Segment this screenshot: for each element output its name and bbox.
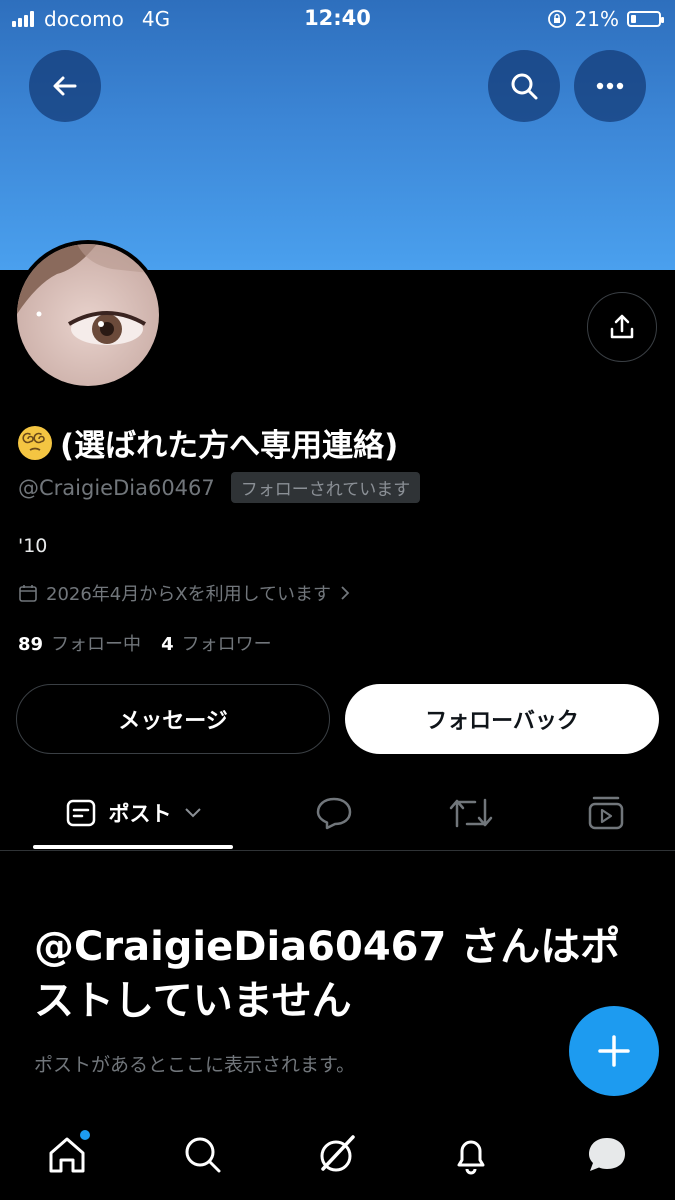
search-button[interactable] (488, 50, 560, 122)
bell-icon (457, 1140, 485, 1175)
bottom-navigation (0, 1110, 675, 1200)
chat-bubble-icon (589, 1138, 625, 1171)
notification-dot (80, 1130, 90, 1140)
tab-replies[interactable] (308, 778, 360, 848)
followers-count: 4 (161, 634, 174, 655)
tab-reposts[interactable] (445, 778, 497, 848)
profile-avatar[interactable] (13, 240, 163, 390)
compose-post-button[interactable] (569, 1006, 659, 1096)
following-label: フォロー中 (51, 634, 142, 655)
chevron-down-icon (184, 808, 201, 818)
back-button[interactable] (29, 50, 101, 122)
profile-banner[interactable] (0, 0, 675, 270)
follows-you-badge: フォローされています (230, 472, 421, 503)
follow-back-button[interactable]: フォローバック (345, 684, 659, 754)
grok-icon (320, 1135, 355, 1172)
tab-posts-label: ポスト (108, 802, 172, 826)
followers-label: フォロワー (181, 634, 272, 655)
search-icon (185, 1137, 221, 1173)
message-button[interactable]: メッセージ (16, 684, 330, 754)
tab-posts[interactable]: ポスト (33, 778, 233, 848)
more-horizontal-icon (596, 82, 624, 90)
empty-state-subtitle: ポストがあるとここに表示されます。 (34, 1054, 356, 1076)
battery-icon (627, 11, 664, 27)
share-icon (610, 314, 634, 339)
tab-media[interactable] (580, 778, 632, 848)
status-bar: docomo 4G 12:40 21% (0, 0, 675, 40)
search-icon (511, 73, 538, 100)
nav-notifications[interactable] (446, 1130, 496, 1180)
nav-messages[interactable] (582, 1130, 632, 1180)
joined-text: 2026年4月からXを利用しています (46, 584, 332, 605)
active-tab-indicator (33, 845, 233, 849)
share-button[interactable] (587, 292, 657, 362)
following-link[interactable]: 89 フォロー中 (18, 630, 141, 656)
arrow-left-icon (53, 76, 77, 96)
display-name: (選ばれた方へ専用連絡) (18, 420, 398, 465)
user-handle: @CraigieDia60467 (18, 475, 215, 500)
nav-home[interactable] (42, 1130, 92, 1180)
orientation-lock-icon (547, 10, 566, 28)
chevron-right-icon (341, 586, 350, 600)
repost-icon (449, 798, 493, 828)
calendar-icon (19, 585, 37, 602)
followers-link[interactable]: 4 フォロワー (161, 630, 272, 656)
posts-icon (66, 799, 95, 827)
avatar-photo (17, 244, 159, 386)
handle-row: @CraigieDia60467 フォローされています (18, 472, 421, 503)
empty-state-title: @CraigieDia60467 さんはポストしていません (34, 924, 621, 1024)
profile-tabs: ポスト (0, 778, 675, 851)
reply-icon (316, 797, 352, 830)
more-button[interactable] (574, 50, 646, 122)
display-name-text: (選ばれた方へ専用連絡) (60, 428, 399, 464)
nav-grok[interactable] (312, 1130, 362, 1180)
profile-bio: '10 (18, 535, 48, 557)
follow-stats: 89 フォロー中 4 フォロワー (18, 630, 272, 656)
battery-percent: 21% (574, 7, 619, 31)
plus-icon (598, 1035, 630, 1067)
nav-search[interactable] (178, 1130, 228, 1180)
dizzy-face-emoji (18, 425, 52, 460)
media-icon (588, 796, 624, 830)
following-count: 89 (18, 634, 44, 655)
joined-date-link[interactable]: 2026年4月からXを利用しています (18, 580, 351, 606)
